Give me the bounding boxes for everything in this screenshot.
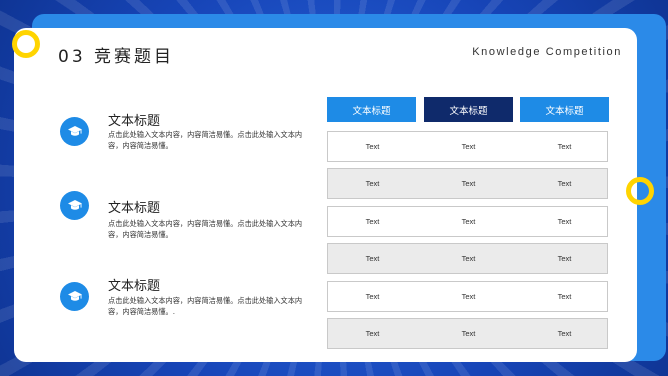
graduation-cap-icon (60, 191, 89, 220)
graduation-cap-icon (60, 117, 89, 146)
table-cell: Text (365, 142, 380, 151)
list-item: 文本标题 点击此处输入文本内容，内容简洁易懂。点击此处输入文本内容，内容简洁易懂… (60, 110, 310, 170)
table-row: Text Text Text (327, 318, 608, 349)
ring-decoration-right (626, 177, 654, 205)
table-cell: Text (461, 254, 476, 263)
item-title: 文本标题 (108, 279, 161, 294)
table-cell: Text (365, 329, 380, 338)
item-title: 文本标题 (108, 201, 161, 216)
table-cell: Text (461, 329, 476, 338)
table-header-2: 文本标题 (424, 97, 513, 122)
ring-decoration-top (12, 30, 40, 58)
table-cell: Text (461, 217, 476, 226)
table-row: Text Text Text (327, 243, 608, 274)
page-subtitle: Knowledge Competition (472, 46, 622, 58)
table-cell: Text (557, 142, 572, 151)
table-cell: Text (365, 217, 380, 226)
table-header-1: 文本标题 (327, 97, 416, 122)
table-cell: Text (365, 292, 380, 301)
table-cell: Text (461, 142, 476, 151)
graduation-cap-icon (60, 282, 89, 311)
list-item: 文本标题 点击此处输入文本内容，内容简洁易懂。点击此处输入文本内容，内容简洁易懂… (60, 275, 310, 335)
table-cell: Text (365, 179, 380, 188)
table-row: Text Text Text (327, 168, 608, 199)
table-header-3: 文本标题 (520, 97, 609, 122)
page-title: 03 竞赛题目 (58, 47, 175, 67)
table-row: Text Text Text (327, 131, 608, 162)
table-cell: Text (461, 179, 476, 188)
table-row: Text Text Text (327, 281, 608, 312)
table-cell: Text (557, 329, 572, 338)
list-item: 文本标题 点击此处输入文本内容，内容简洁易懂。点击此处输入文本内容，内容简洁易懂… (60, 191, 310, 257)
table-cell: Text (557, 217, 572, 226)
table-cell: Text (461, 292, 476, 301)
table-cell: Text (557, 292, 572, 301)
item-description: 点击此处输入文本内容，内容简洁易懂。点击此处输入文本内容，内容简洁易懂。. (108, 296, 303, 316)
item-title: 文本标题 (108, 114, 161, 129)
item-description: 点击此处输入文本内容，内容简洁易懂。点击此处输入文本内容，内容简洁易懂。 (108, 219, 303, 239)
table-cell: Text (365, 254, 380, 263)
table-cell: Text (557, 179, 572, 188)
table-cell: Text (557, 254, 572, 263)
table-row: Text Text Text (327, 206, 608, 237)
item-description: 点击此处输入文本内容，内容简洁易懂。点击此处输入文本内容，内容简洁易懂。 (108, 130, 303, 150)
